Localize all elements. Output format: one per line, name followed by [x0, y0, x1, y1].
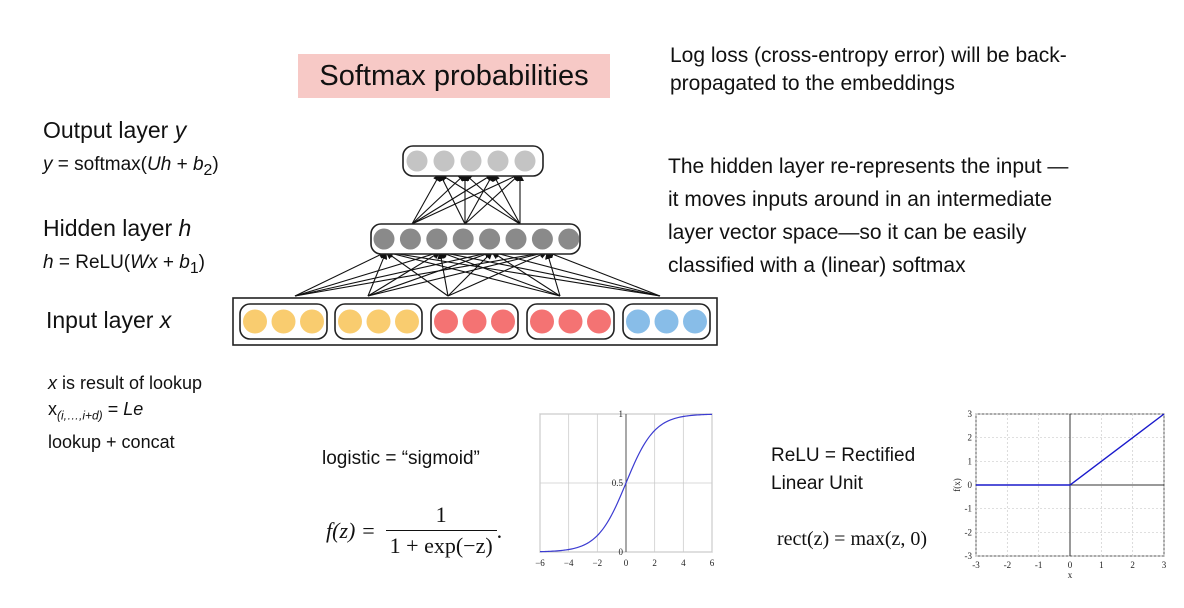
input-node — [587, 309, 611, 334]
relu-ytick-label: 1 — [968, 456, 973, 466]
sigmoid-label: logistic = “sigmoid” — [322, 448, 480, 469]
input-node — [491, 309, 515, 334]
relu-ytick-label: -1 — [965, 504, 973, 514]
input-hidden-arrow — [385, 249, 661, 297]
input-hidden-arrow — [294, 249, 548, 297]
sigmoid-fraction: 1 1 + exp(−z) — [385, 502, 497, 559]
input-hidden-arrow — [491, 249, 661, 297]
sigmoid-xtick-label: −2 — [593, 558, 603, 568]
relu-ytick-label: 3 — [968, 409, 973, 419]
sigmoid-ytick-label: 1 — [619, 409, 624, 419]
relu-ytick-label: 0 — [968, 480, 973, 490]
relu-xtick-label: -2 — [1004, 560, 1012, 570]
hidden-output-arrow — [492, 173, 521, 225]
input-node — [395, 309, 419, 334]
hidden-output-arrow — [411, 173, 521, 225]
sigmoid-xtick-label: 0 — [624, 558, 629, 568]
network-layers — [232, 145, 718, 346]
input-node — [462, 309, 487, 334]
hidden-node — [505, 228, 527, 250]
hidden-node — [373, 228, 395, 250]
output-node — [487, 150, 509, 172]
hidden-node — [531, 228, 553, 250]
hidden-node — [426, 228, 448, 250]
sigmoid-xtick-label: 6 — [710, 558, 715, 568]
sigmoid-ytick-label: 0.5 — [612, 478, 624, 488]
relu-xtick-label: 3 — [1162, 560, 1167, 570]
relu-ytick-label: -2 — [965, 527, 973, 537]
sigmoid-xtick-label: −6 — [535, 558, 545, 568]
hidden-output-arrow — [411, 173, 441, 225]
relu-ylabel: f(x) — [952, 478, 962, 492]
relu-label-line: ReLU = Rectified — [771, 445, 916, 466]
relu-xtick-label: 2 — [1130, 560, 1135, 570]
input-node — [626, 309, 650, 334]
input-node — [654, 309, 679, 334]
relu-xtick-label: 1 — [1099, 560, 1104, 570]
relu-label: ReLU = Rectified Linear Unit — [771, 442, 915, 498]
input-hidden-arrow — [437, 251, 449, 297]
sigmoid-formula: f(z) = 1 1 + exp(−z) . — [326, 502, 503, 559]
input-hidden-arrow — [367, 251, 388, 297]
input-hidden-arrow — [546, 250, 661, 297]
hidden-node — [479, 228, 501, 250]
hidden-node — [558, 228, 580, 250]
hidden-output-arrow — [411, 173, 466, 225]
hidden-node — [452, 228, 474, 250]
input-node — [683, 309, 707, 334]
relu-ytick-label: -3 — [965, 551, 973, 561]
hidden-node — [399, 228, 421, 250]
relu-xtick-label: -1 — [1035, 560, 1043, 570]
output-node — [406, 150, 428, 172]
output-node — [460, 150, 482, 172]
input-node — [366, 309, 391, 334]
input-hidden-arrow — [447, 251, 493, 297]
relu-xtick-label: -3 — [972, 560, 980, 570]
relu-formula: rect(z) = max(z, 0) — [777, 528, 928, 550]
input-node — [558, 309, 583, 334]
sigmoid-ytick-label: 0 — [619, 547, 624, 557]
input-node — [338, 309, 362, 334]
input-node — [300, 309, 324, 334]
relu-xtick-label: 0 — [1068, 560, 1073, 570]
input-node — [243, 309, 267, 334]
relu-chart: -3-3 -2 -2 -1 -1 0 0 1 1 2 2 3 3 x f(x) — [952, 409, 1167, 580]
sigmoid-xtick-label: 4 — [681, 558, 686, 568]
input-node — [271, 309, 296, 334]
sigmoid-xtick-label: 2 — [652, 558, 657, 568]
input-node — [530, 309, 554, 334]
sigmoid-chart: −6 −4 −2 0 2 4 6 0 0.5 1 — [535, 409, 715, 568]
input-hidden-arrow — [294, 251, 387, 297]
relu-xlabel: x — [1068, 570, 1073, 580]
input-node — [434, 309, 458, 334]
output-node — [514, 150, 536, 172]
sigmoid-xtick-label: −4 — [564, 558, 574, 568]
relu-label-line: Linear Unit — [771, 473, 863, 494]
relu-ytick-label: 2 — [968, 433, 973, 443]
output-node — [433, 150, 455, 172]
